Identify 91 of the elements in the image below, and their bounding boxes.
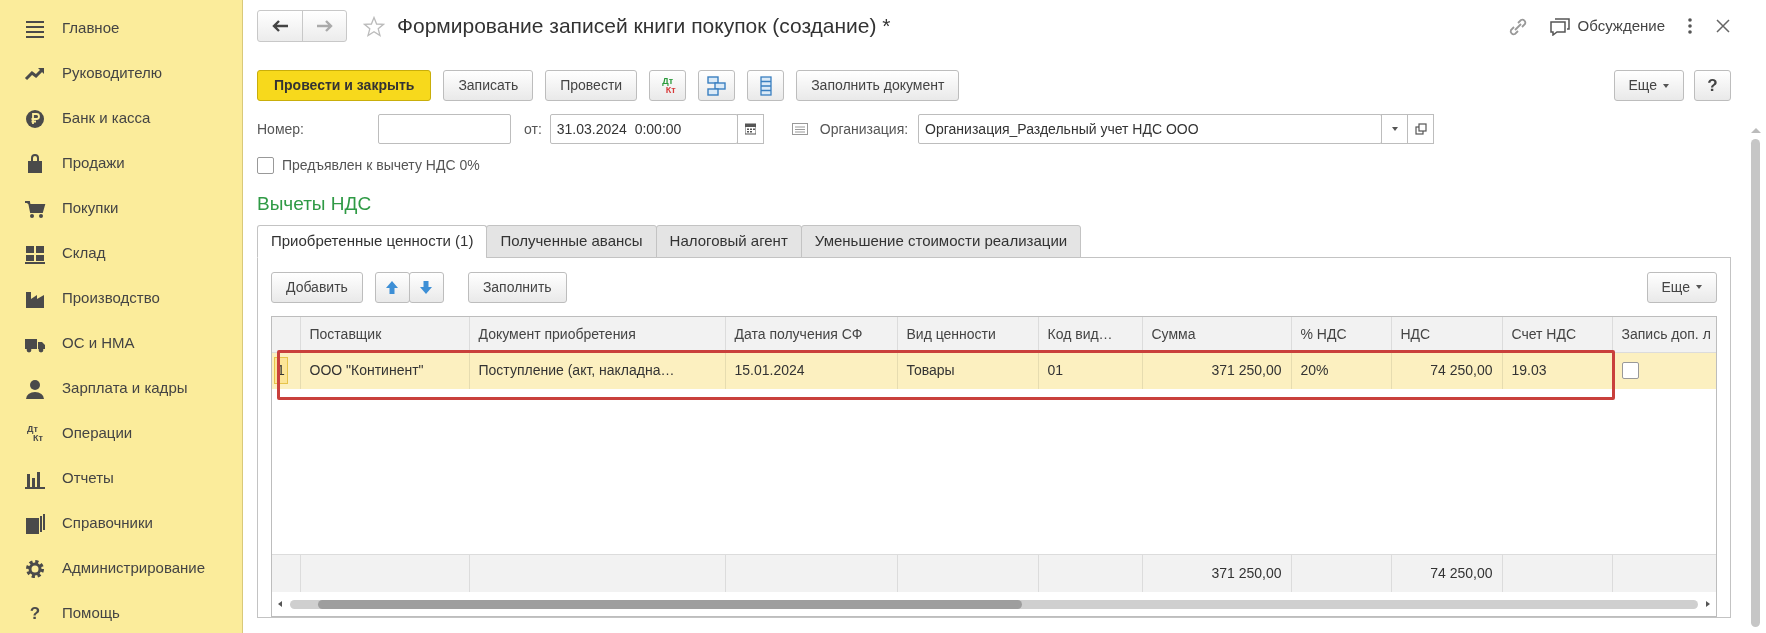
column-header[interactable]: % НДС [1291,316,1391,353]
ruble-icon [24,107,46,130]
gear-icon [24,557,46,580]
scroll-right-icon[interactable] [1706,601,1710,607]
star-icon[interactable] [363,15,385,37]
column-header[interactable]: Документ приобретения [469,316,725,353]
checkbox[interactable] [1621,362,1639,380]
checkbox[interactable] [257,157,274,174]
help-button[interactable]: ? [1694,70,1731,101]
table-cell: ООО "Континент" [300,352,469,389]
more-button[interactable]: Еще [1646,271,1717,303]
sidebar-item[interactable]: ОС и НМА [0,321,242,366]
fill-button[interactable]: Заполнить [467,271,567,303]
more-options-icon[interactable] [1687,17,1693,35]
sidebar-item[interactable]: Администрирование [0,546,242,591]
sidebar-item[interactable]: Руководителю [0,51,242,96]
table-cell: Поступление (акт, накладна… [469,352,725,389]
post-and-close-button[interactable]: Провести и закрыть [257,70,432,101]
sidebar-item[interactable]: Покупки [0,186,242,231]
more-button[interactable]: Еще [1613,70,1684,101]
documents-icon [24,512,46,535]
calendar-icon [744,123,756,135]
move-up-button[interactable] [374,271,410,303]
toolbar-button[interactable]: Провести [545,70,638,101]
table-cell: 19.03 [1502,352,1612,389]
sidebar-item[interactable]: ? Помощь [0,591,242,633]
add-button[interactable]: Добавить [271,271,363,303]
tab[interactable]: Уменьшение стоимости реализации [800,224,1082,258]
sidebar-item[interactable]: Зарплата и кадры [0,366,242,411]
dt-kt-button[interactable]: Дт Кт [649,70,687,101]
date-label: от: [524,119,542,139]
move-down-button[interactable] [408,271,444,303]
vertical-scrollbar[interactable] [1751,139,1760,627]
arrow-up-icon [385,279,400,295]
arrow-down-icon [419,279,434,295]
dt-kt-icon: Дт Кт [27,424,43,443]
back-arrow-icon [271,19,289,33]
section-title: Вычеты НДС [257,192,373,216]
sidebar-item[interactable]: Дт Кт Операции [0,411,242,456]
tab[interactable]: Налоговый агент [655,224,802,258]
table-cell: Товары [897,352,1038,389]
table-cell: 01 [1038,352,1142,389]
horizontal-scrollbar[interactable] [290,599,1698,609]
column-header[interactable]: Код вид… [1038,316,1142,353]
table-cell: 74 250,00 [1391,352,1502,389]
discussion-button[interactable]: Обсуждение [1549,14,1665,38]
number-label: Номер: [257,119,305,139]
tab[interactable]: Полученные авансы [486,224,657,258]
sidebar-item[interactable]: Банк и касса [0,96,242,141]
close-icon[interactable] [1715,18,1731,34]
sidebar-item[interactable]: Продажи [0,141,242,186]
document-icon [791,123,808,135]
column-header[interactable]: Запись доп. л [1612,316,1716,353]
total-cell: 371 250,00 [1142,554,1291,592]
organization-field[interactable]: Организация_Раздельный учет НДС ООО [918,114,1383,144]
toolbar-button[interactable]: Записать [443,70,534,101]
sidebar-item[interactable]: Справочники [0,501,242,546]
structure-button[interactable] [698,70,736,101]
column-header[interactable]: НДС [1391,316,1502,353]
help-icon: ? [29,600,41,627]
calendar-button[interactable] [736,114,764,144]
sidebar-item[interactable]: Главное [0,6,242,51]
total-cell: 74 250,00 [1391,554,1502,592]
window-title: Формирование записей книги покупок (создание) * [397,13,891,40]
column-header[interactable]: Дата получения СФ [725,316,897,353]
person-icon [24,377,46,400]
number-field[interactable] [378,114,511,144]
column-header[interactable]: Вид ценности [897,316,1038,353]
scroll-left-icon[interactable] [278,601,282,607]
list-icon [759,75,772,96]
forward-arrow-icon [316,19,333,33]
toolbar-button[interactable]: Заполнить документ [796,70,960,101]
table-cell: 371 250,00 [1142,352,1291,389]
column-header[interactable]: Сумма [1142,316,1291,353]
list-button[interactable] [747,70,785,101]
checkbox-label: Предъявлен к вычету НДС 0% [282,156,480,175]
sidebar-item[interactable]: Отчеты [0,456,242,501]
scroll-up-icon[interactable] [1750,128,1761,133]
tab[interactable]: Приобретенные ценности (1) [257,224,488,258]
table-cell: 15.01.2024 [725,352,897,389]
hierarchy-icon [707,75,727,96]
open-button[interactable] [1407,114,1435,144]
table-cell: 20% [1291,352,1391,389]
sidebar-item[interactable]: Производство [0,276,242,321]
open-window-icon [1414,123,1427,135]
column-header[interactable]: Счет НДС [1502,316,1612,353]
organization-label: Организация: [819,119,909,139]
date-field[interactable]: 31.03.2024 0:00:00 [549,114,738,144]
sidebar-item[interactable]: Склад [0,231,242,276]
column-header[interactable]: Поставщик [300,316,469,353]
chat-icon [1549,16,1570,36]
